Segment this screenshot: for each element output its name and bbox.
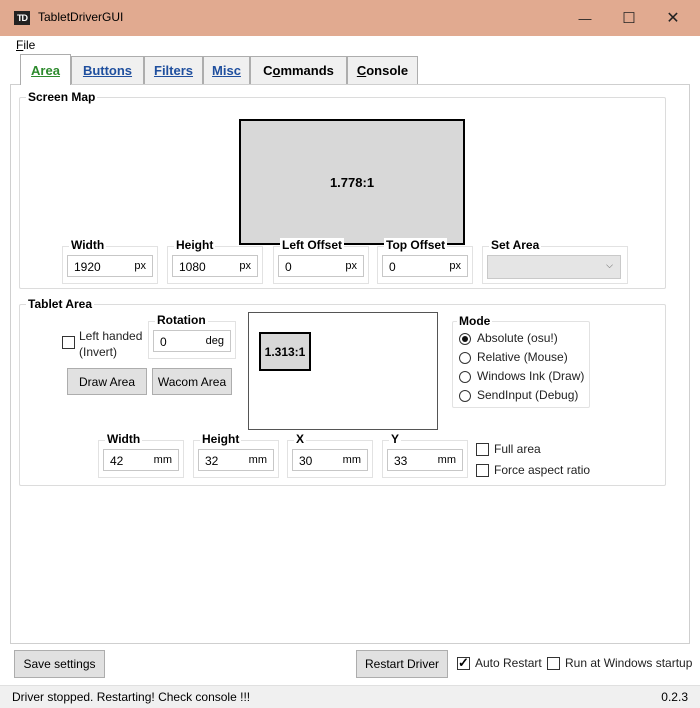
area-tab-panel: Screen Map 1.778:1 Width 1920 px Height … <box>10 84 690 644</box>
tablet-height-group: Height 32 mm <box>193 432 279 478</box>
screen-left-offset-input[interactable]: 0 px <box>278 255 364 277</box>
set-area-group: Set Area ⌵ <box>482 238 628 284</box>
status-message: Driver stopped. Restarting! Check consol… <box>12 690 251 704</box>
auto-restart-checkbox[interactable] <box>457 655 470 671</box>
tablet-height-input[interactable]: 32 mm <box>198 449 274 471</box>
rotation-input[interactable]: 0 deg <box>153 330 231 352</box>
chevron-down-icon: ⌵ <box>606 260 613 270</box>
draw-area-button[interactable]: Draw Area <box>67 368 147 395</box>
screen-aspect-label: 1.778:1 <box>329 174 375 190</box>
left-handed-label: Left handed (Invert) <box>79 329 143 359</box>
mode-sendinput-radio[interactable] <box>459 390 471 402</box>
minimize-button[interactable]: — <box>562 0 608 36</box>
status-bar: Driver stopped. Restarting! Check consol… <box>0 685 700 708</box>
tablet-x-input[interactable]: 30 mm <box>292 449 368 471</box>
title-bar[interactable]: TD TabletDriverGUI — ☐ ✕ <box>0 0 700 37</box>
restart-driver-button[interactable]: Restart Driver <box>356 650 448 678</box>
screen-top-offset-group: Top Offset 0 px <box>377 238 473 284</box>
run-at-startup-checkbox[interactable] <box>547 657 560 670</box>
screen-map-group: Screen Map 1.778:1 Width 1920 px Height … <box>19 90 666 289</box>
maximize-button[interactable]: ☐ <box>606 0 652 36</box>
close-button[interactable]: ✕ <box>650 0 696 36</box>
tablet-area-preview[interactable]: 1.313:1 <box>248 312 438 430</box>
save-settings-button[interactable]: Save settings <box>14 650 105 678</box>
screen-map-title: Screen Map <box>26 90 98 104</box>
menu-bar: File <box>0 36 700 54</box>
mode-group: Mode Absolute (osu!) Relative (Mouse) Wi… <box>452 314 590 408</box>
mode-absolute-radio[interactable] <box>459 333 471 345</box>
tablet-y-group: Y 33 mm <box>382 432 468 478</box>
force-aspect-checkbox[interactable] <box>476 464 489 477</box>
minimize-icon: — <box>578 10 592 26</box>
screen-height-group: Height 1080 px <box>167 238 263 284</box>
mode-windows-ink-radio[interactable] <box>459 371 471 383</box>
tab-buttons[interactable]: Buttons <box>71 56 144 84</box>
rotation-group: Rotation 0 deg <box>148 313 236 359</box>
full-area-checkbox[interactable] <box>476 443 489 456</box>
tab-filters[interactable]: Filters <box>144 56 203 84</box>
wacom-area-button[interactable]: Wacom Area <box>152 368 232 395</box>
screen-width-group: Width 1920 px <box>62 238 158 284</box>
tablet-area-title: Tablet Area <box>26 297 95 311</box>
tab-console[interactable]: Console <box>347 56 418 84</box>
tablet-width-group: Width 42 mm <box>98 432 184 478</box>
tablet-area-rectangle[interactable]: 1.313:1 <box>259 332 311 371</box>
close-icon: ✕ <box>666 10 680 27</box>
window-title: TabletDriverGUI <box>38 10 124 24</box>
set-area-dropdown[interactable]: ⌵ <box>487 255 621 279</box>
app-icon: TD <box>14 11 30 25</box>
tab-area[interactable]: Area <box>20 54 71 85</box>
screen-left-offset-group: Left Offset 0 px <box>273 238 369 284</box>
menu-file[interactable]: File <box>16 38 35 52</box>
version-label: 0.2.3 <box>661 690 688 704</box>
bottom-bar: Save settings Restart Driver Auto Restar… <box>0 645 700 685</box>
maximize-icon: ☐ <box>622 10 636 27</box>
screen-height-input[interactable]: 1080 px <box>172 255 258 277</box>
tablet-y-input[interactable]: 33 mm <box>387 449 463 471</box>
screen-map-preview[interactable]: 1.778:1 <box>239 119 465 245</box>
left-handed-checkbox[interactable] <box>62 336 75 349</box>
tablet-aspect-label: 1.313:1 <box>264 344 306 359</box>
screen-top-offset-input[interactable]: 0 px <box>382 255 468 277</box>
screen-width-input[interactable]: 1920 px <box>67 255 153 277</box>
mode-relative-radio[interactable] <box>459 352 471 364</box>
tablet-area-group: Tablet Area Left handed (Invert) Rotatio… <box>19 297 666 486</box>
tab-commands[interactable]: Commands <box>250 56 347 84</box>
tablet-width-input[interactable]: 42 mm <box>103 449 179 471</box>
tablet-x-group: X 30 mm <box>287 432 373 478</box>
tab-misc[interactable]: Misc <box>203 56 250 84</box>
